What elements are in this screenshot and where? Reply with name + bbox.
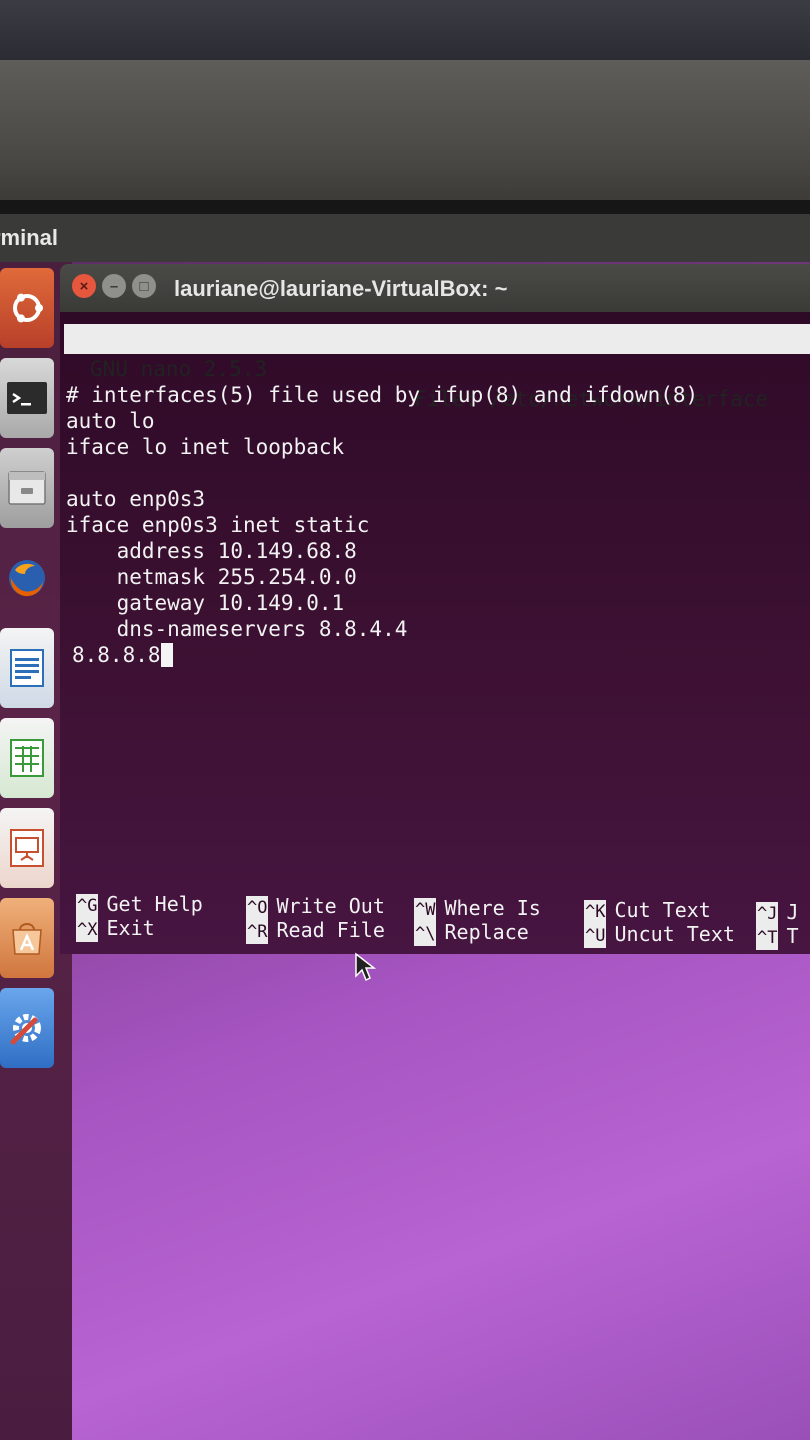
- editor-line: dns-nameservers 8.8.4.4: [66, 617, 408, 641]
- shortcut-uncut-text[interactable]: ^U Uncut Text: [584, 922, 735, 948]
- window-titlebar[interactable]: × – □ lauriane@lauriane-VirtualBox: ~: [60, 264, 810, 312]
- mouse-pointer-icon: [355, 952, 376, 982]
- top-panel: rminal: [0, 214, 810, 262]
- libreoffice-impress-icon: [10, 829, 44, 867]
- shortcut-replace[interactable]: ^\ Replace: [414, 920, 529, 946]
- ubuntu-dash-icon: [13, 293, 43, 323]
- monitor-bezel: [0, 60, 810, 210]
- shortcut-get-help[interactable]: ^G Get Help: [76, 892, 203, 918]
- system-settings-icon: [10, 1014, 41, 1045]
- launcher-item-system-settings[interactable]: [0, 988, 54, 1068]
- nano-version: GNU nano 2.5.3: [90, 357, 268, 381]
- launcher-item-dash[interactable]: [0, 268, 54, 348]
- editor-line-current: 8.8.8.8: [72, 642, 173, 668]
- desktop-screen: rminal: [0, 214, 810, 1440]
- nano-header-bar: GNU nano 2.5.3 File: /etc/network/interf…: [64, 324, 810, 411]
- shortcut-write-out[interactable]: ^O Write Out: [246, 894, 385, 920]
- launcher-item-impress[interactable]: [0, 808, 54, 888]
- shortcut-read-file[interactable]: ^R Read File: [246, 918, 385, 944]
- launcher-item-terminal[interactable]: [0, 358, 54, 438]
- close-icon[interactable]: ×: [72, 274, 96, 298]
- terminal-icon: [7, 382, 47, 414]
- shortcut-cut-text[interactable]: ^K Cut Text: [584, 898, 711, 924]
- editor-line: iface lo inet loopback: [66, 435, 345, 459]
- terminal-window: × – □ lauriane@lauriane-VirtualBox: ~ GN…: [60, 264, 810, 954]
- software-center-icon: [12, 923, 42, 955]
- launcher-item-software-center[interactable]: [0, 898, 54, 978]
- launcher-item-firefox[interactable]: [0, 538, 54, 618]
- nano-shortcut-bar: ^G Get Help ^X Exit ^O Write Out ^R Read Fil…: [76, 892, 810, 954]
- editor-line: netmask 255.254.0.0: [66, 565, 357, 589]
- background-room: [0, 0, 810, 60]
- files-icon: [8, 471, 46, 505]
- editor-line: auto enp0s3: [66, 487, 206, 511]
- monitor-bezel-edge: [0, 200, 810, 214]
- launcher-item-files[interactable]: [0, 448, 54, 528]
- firefox-icon: [9, 560, 45, 597]
- editor-line: # interfaces(5) file used by ifup(8) and…: [66, 383, 699, 407]
- launcher-item-writer[interactable]: [0, 628, 54, 708]
- maximize-icon[interactable]: □: [132, 274, 156, 298]
- shortcut-where-is[interactable]: ^W Where Is: [414, 896, 541, 922]
- editor-line: iface enp0s3 inet static: [66, 513, 370, 537]
- shortcut-to-spell[interactable]: ^T T: [756, 924, 799, 950]
- libreoffice-writer-icon: [10, 649, 44, 687]
- shortcut-justify[interactable]: ^J J: [756, 900, 799, 926]
- text-cursor: [160, 643, 173, 667]
- minimize-icon[interactable]: –: [102, 274, 126, 298]
- editor-line: gateway 10.149.0.1: [66, 591, 345, 615]
- window-title: lauriane@lauriane-VirtualBox: ~: [174, 276, 508, 301]
- terminal-content[interactable]: GNU nano 2.5.3 File: /etc/network/interf…: [60, 312, 810, 954]
- editor-line: address 10.149.68.8: [66, 539, 357, 563]
- shortcut-exit[interactable]: ^X Exit: [76, 916, 155, 942]
- top-panel-app-name: rminal: [0, 225, 59, 250]
- launcher-item-calc[interactable]: [0, 718, 54, 798]
- libreoffice-calc-icon: [10, 739, 44, 777]
- editor-line: auto lo: [66, 409, 155, 433]
